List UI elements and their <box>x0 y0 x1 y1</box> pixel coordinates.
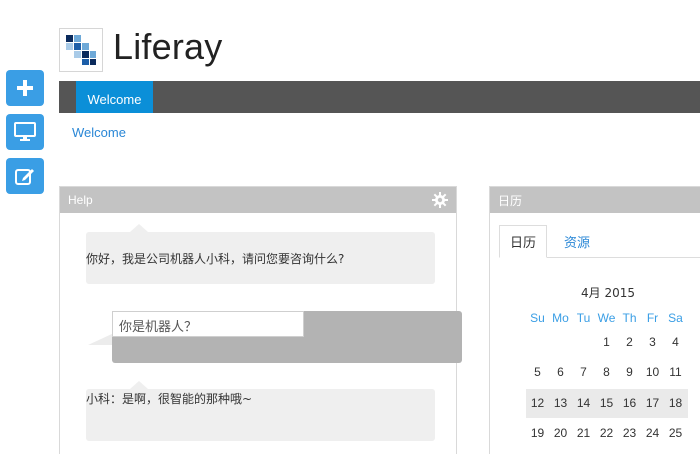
weekday-header: Fr <box>646 311 659 325</box>
calendar-day[interactable]: 15 <box>595 396 618 410</box>
calendar-day[interactable]: 2 <box>618 335 641 349</box>
weekday-header: Tu <box>576 311 591 325</box>
weekday-header: Sa <box>668 311 683 325</box>
weekday-header: Mo <box>552 311 569 325</box>
calendar-portlet-title: 日历 <box>498 193 523 208</box>
gear-icon[interactable] <box>432 192 448 208</box>
calendar-day[interactable]: 12 <box>526 396 549 410</box>
calendar-day[interactable]: 16 <box>618 396 641 410</box>
calendar-day[interactable]: 5 <box>526 365 549 379</box>
monitor-icon <box>14 122 36 141</box>
calendar-month-label: 4月 2015 <box>581 286 635 300</box>
chat-message-text: 你好，我是公司机器人小科，请问您要咨询什么? <box>86 252 345 266</box>
calendar-day[interactable]: 7 <box>572 365 595 379</box>
chat-input-area: 你是机器人？ <box>112 311 462 363</box>
nav-tab-welcome[interactable]: Welcome <box>76 81 153 113</box>
chat-input[interactable]: 你是机器人？ <box>112 311 304 337</box>
chat-message-bot: 你好，我是公司机器人小科，请问您要咨询什么? <box>86 224 435 284</box>
tab-calendar[interactable]: 日历 <box>499 225 547 258</box>
calendar-day[interactable]: 13 <box>549 396 572 410</box>
liferay-logo-icon <box>66 35 96 65</box>
site-title[interactable]: Liferay <box>113 26 222 68</box>
calendar-day[interactable]: 3 <box>641 335 664 349</box>
calendar-day[interactable]: 11 <box>664 365 687 379</box>
calendar-day[interactable]: 21 <box>572 426 595 440</box>
calendar-day[interactable]: 23 <box>618 426 641 440</box>
calendar-day[interactable]: 4 <box>664 335 687 349</box>
site-logo[interactable] <box>59 28 103 72</box>
calendar-day[interactable]: 8 <box>595 365 618 379</box>
calendar-portlet: 日历 日历 资源 4月 2015 Su Mo Tu We Th Fr Sa 1 2 3 4 5 6 7 8 9… <box>489 186 700 454</box>
dockbar <box>6 70 44 202</box>
calendar-tabs: 日历 资源 <box>499 225 700 258</box>
calendar-day[interactable]: 17 <box>641 396 664 410</box>
add-icon <box>17 80 33 96</box>
calendar-portlet-header: 日历 <box>490 187 700 213</box>
calendar-day[interactable]: 25 <box>664 426 687 440</box>
add-button[interactable] <box>6 70 44 106</box>
input-bubble-tail <box>88 333 114 345</box>
weekday-header: We <box>597 311 616 325</box>
help-portlet-title: Help <box>68 193 93 207</box>
edit-button[interactable] <box>6 158 44 194</box>
tab-resources[interactable]: 资源 <box>557 225 597 258</box>
calendar-day[interactable]: 24 <box>641 426 664 440</box>
navigation-bar: Welcome <box>59 81 700 113</box>
breadcrumb[interactable]: Welcome <box>72 125 126 140</box>
calendar-day[interactable]: 1 <box>595 335 618 349</box>
weekday-header: Th <box>622 311 637 325</box>
calendar-day[interactable]: 18 <box>664 396 687 410</box>
bubble-tail <box>130 224 148 232</box>
calendar-day[interactable]: 10 <box>641 365 664 379</box>
calendar-day[interactable]: 22 <box>595 426 618 440</box>
edit-icon <box>15 169 34 185</box>
help-portlet-header: Help <box>60 187 456 213</box>
chat-message-text: 小科：是啊，很智能的那种哦~ <box>86 392 253 406</box>
bubble-tail <box>130 381 148 389</box>
calendar-day[interactable]: 20 <box>549 426 572 440</box>
calendar-day[interactable]: 19 <box>526 426 549 440</box>
help-portlet: Help 你好，我是公司机器人小科，请问您要咨询什么? 你是机器人？ 小科：是啊… <box>59 186 462 454</box>
preview-button[interactable] <box>6 114 44 150</box>
chat-message-bot: 小科：是啊，很智能的那种哦~ <box>86 381 435 441</box>
weekday-header: Su <box>530 311 545 325</box>
calendar-day[interactable]: 9 <box>618 365 641 379</box>
calendar-day[interactable]: 14 <box>572 396 595 410</box>
calendar-day[interactable]: 6 <box>549 365 572 379</box>
